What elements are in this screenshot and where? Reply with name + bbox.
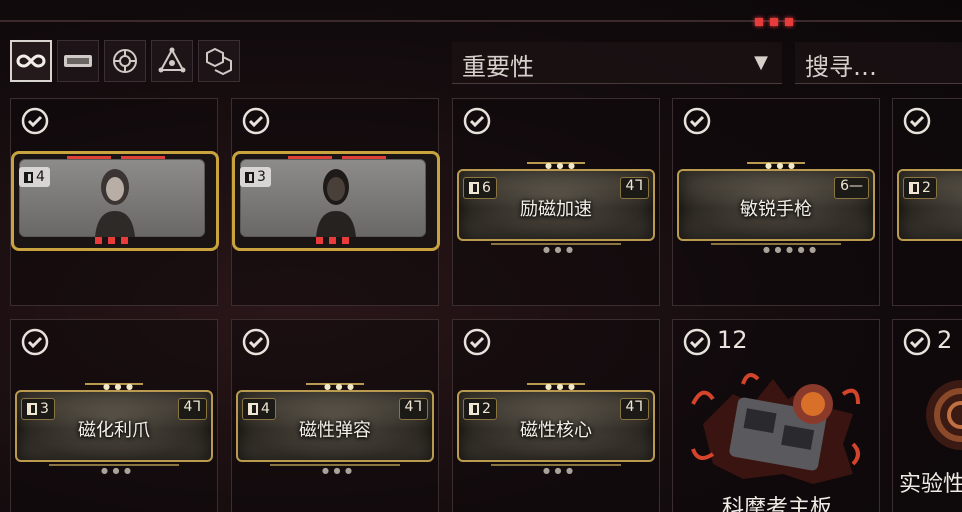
- filter-all-button[interactable]: [10, 40, 52, 82]
- inventory-cell[interactable]: ● ● ● 4 4ᒣ 磁性弹容 ● ● ●: [231, 319, 439, 512]
- mod-card[interactable]: ● ● ● 4 4ᒣ 磁性弹容 ● ● ●: [236, 380, 434, 480]
- checkmark-icon: [903, 107, 931, 135]
- top-divider: [0, 20, 962, 22]
- inventory-cell[interactable]: 2: [892, 98, 962, 306]
- checkmark-icon: [21, 107, 49, 135]
- mod-name: 磁化利爪: [78, 420, 150, 441]
- rank-badge: 4: [19, 167, 50, 187]
- checkmark-icon: [21, 328, 49, 356]
- mod-name: 敏锐手枪: [740, 199, 812, 220]
- mod-card[interactable]: ● ● ● 6 4ᒣ 励磁加速 ● ● ●: [457, 159, 655, 259]
- inventory-cell[interactable]: ● ● ● 6 4ᒣ 励磁加速 ● ● ●: [452, 98, 660, 306]
- sort-dropdown[interactable]: 重要性 ▼: [452, 42, 782, 84]
- rank-badge: 2: [903, 177, 937, 199]
- infinity-icon: [16, 54, 46, 68]
- mod-name: 磁性核心: [520, 420, 592, 441]
- triangle-node-icon: [158, 47, 186, 73]
- search-field[interactable]: 搜寻…: [795, 42, 962, 84]
- portrait-card[interactable]: 4: [11, 151, 219, 251]
- checkmark-icon: [903, 328, 931, 356]
- mod-name: 励磁加速: [520, 199, 592, 220]
- sort-label: 重要性: [462, 53, 534, 81]
- inventory-cell[interactable]: ● ● ● 3 4ᒣ 磁化利爪 ● ● ●: [10, 319, 218, 512]
- portrait-card[interactable]: 3: [232, 151, 440, 251]
- checkmark-icon: [683, 328, 711, 356]
- character-portrait-icon: [95, 169, 135, 237]
- item-count: 12: [717, 326, 748, 354]
- mod-card[interactable]: ● ● ● 3 4ᒣ 磁化利爪 ● ● ●: [15, 380, 213, 480]
- gear-flower-icon: [113, 49, 137, 73]
- inventory-cell[interactable]: 3: [231, 98, 440, 306]
- checkmark-icon: [242, 328, 270, 356]
- hexagon-link-icon: [206, 47, 232, 76]
- checkmark-icon: [463, 107, 491, 135]
- mod-card[interactable]: 2: [897, 159, 962, 259]
- inventory-cell[interactable]: ● ● ● 6— 敏锐手枪 ● ● ● ● ●: [672, 98, 880, 306]
- inventory-cell[interactable]: 12 科摩考主板: [672, 319, 880, 512]
- filter-relics-button[interactable]: [198, 40, 240, 82]
- rank-badge: 3: [240, 167, 271, 187]
- character-portrait-icon: [316, 169, 356, 237]
- card-slot-icon: [64, 55, 92, 67]
- checkmark-icon: [463, 328, 491, 356]
- inventory-cell[interactable]: 2 实验性: [892, 319, 962, 512]
- mod-card[interactable]: ● ● ● 6— 敏锐手枪 ● ● ● ● ●: [677, 159, 875, 259]
- mod-card[interactable]: ● ● ● 2 4ᒣ 磁性核心 ● ● ●: [457, 380, 655, 480]
- experimental-item-icon: [926, 380, 962, 450]
- checkmark-icon: [242, 107, 270, 135]
- filter-resources-button[interactable]: [151, 40, 193, 82]
- inventory-cell[interactable]: 4: [10, 98, 219, 306]
- filter-mods-button[interactable]: [57, 40, 99, 82]
- mod-name: 磁性弹容: [299, 420, 371, 441]
- item-count: 2: [937, 326, 953, 354]
- filter-arcane-button[interactable]: [104, 40, 146, 82]
- filter-toolbar: [10, 40, 240, 82]
- checkmark-icon: [683, 107, 711, 135]
- page-indicator: [755, 18, 793, 26]
- inventory-cell[interactable]: ● ● ● 2 4ᒣ 磁性核心 ● ● ●: [452, 319, 660, 512]
- dropdown-arrow-icon: ▼: [754, 52, 768, 73]
- search-placeholder: 搜寻…: [805, 53, 877, 81]
- item-name: 科摩考主板: [721, 496, 832, 512]
- item-name: 实验性: [899, 472, 962, 497]
- mainboard-icon: [691, 373, 860, 484]
